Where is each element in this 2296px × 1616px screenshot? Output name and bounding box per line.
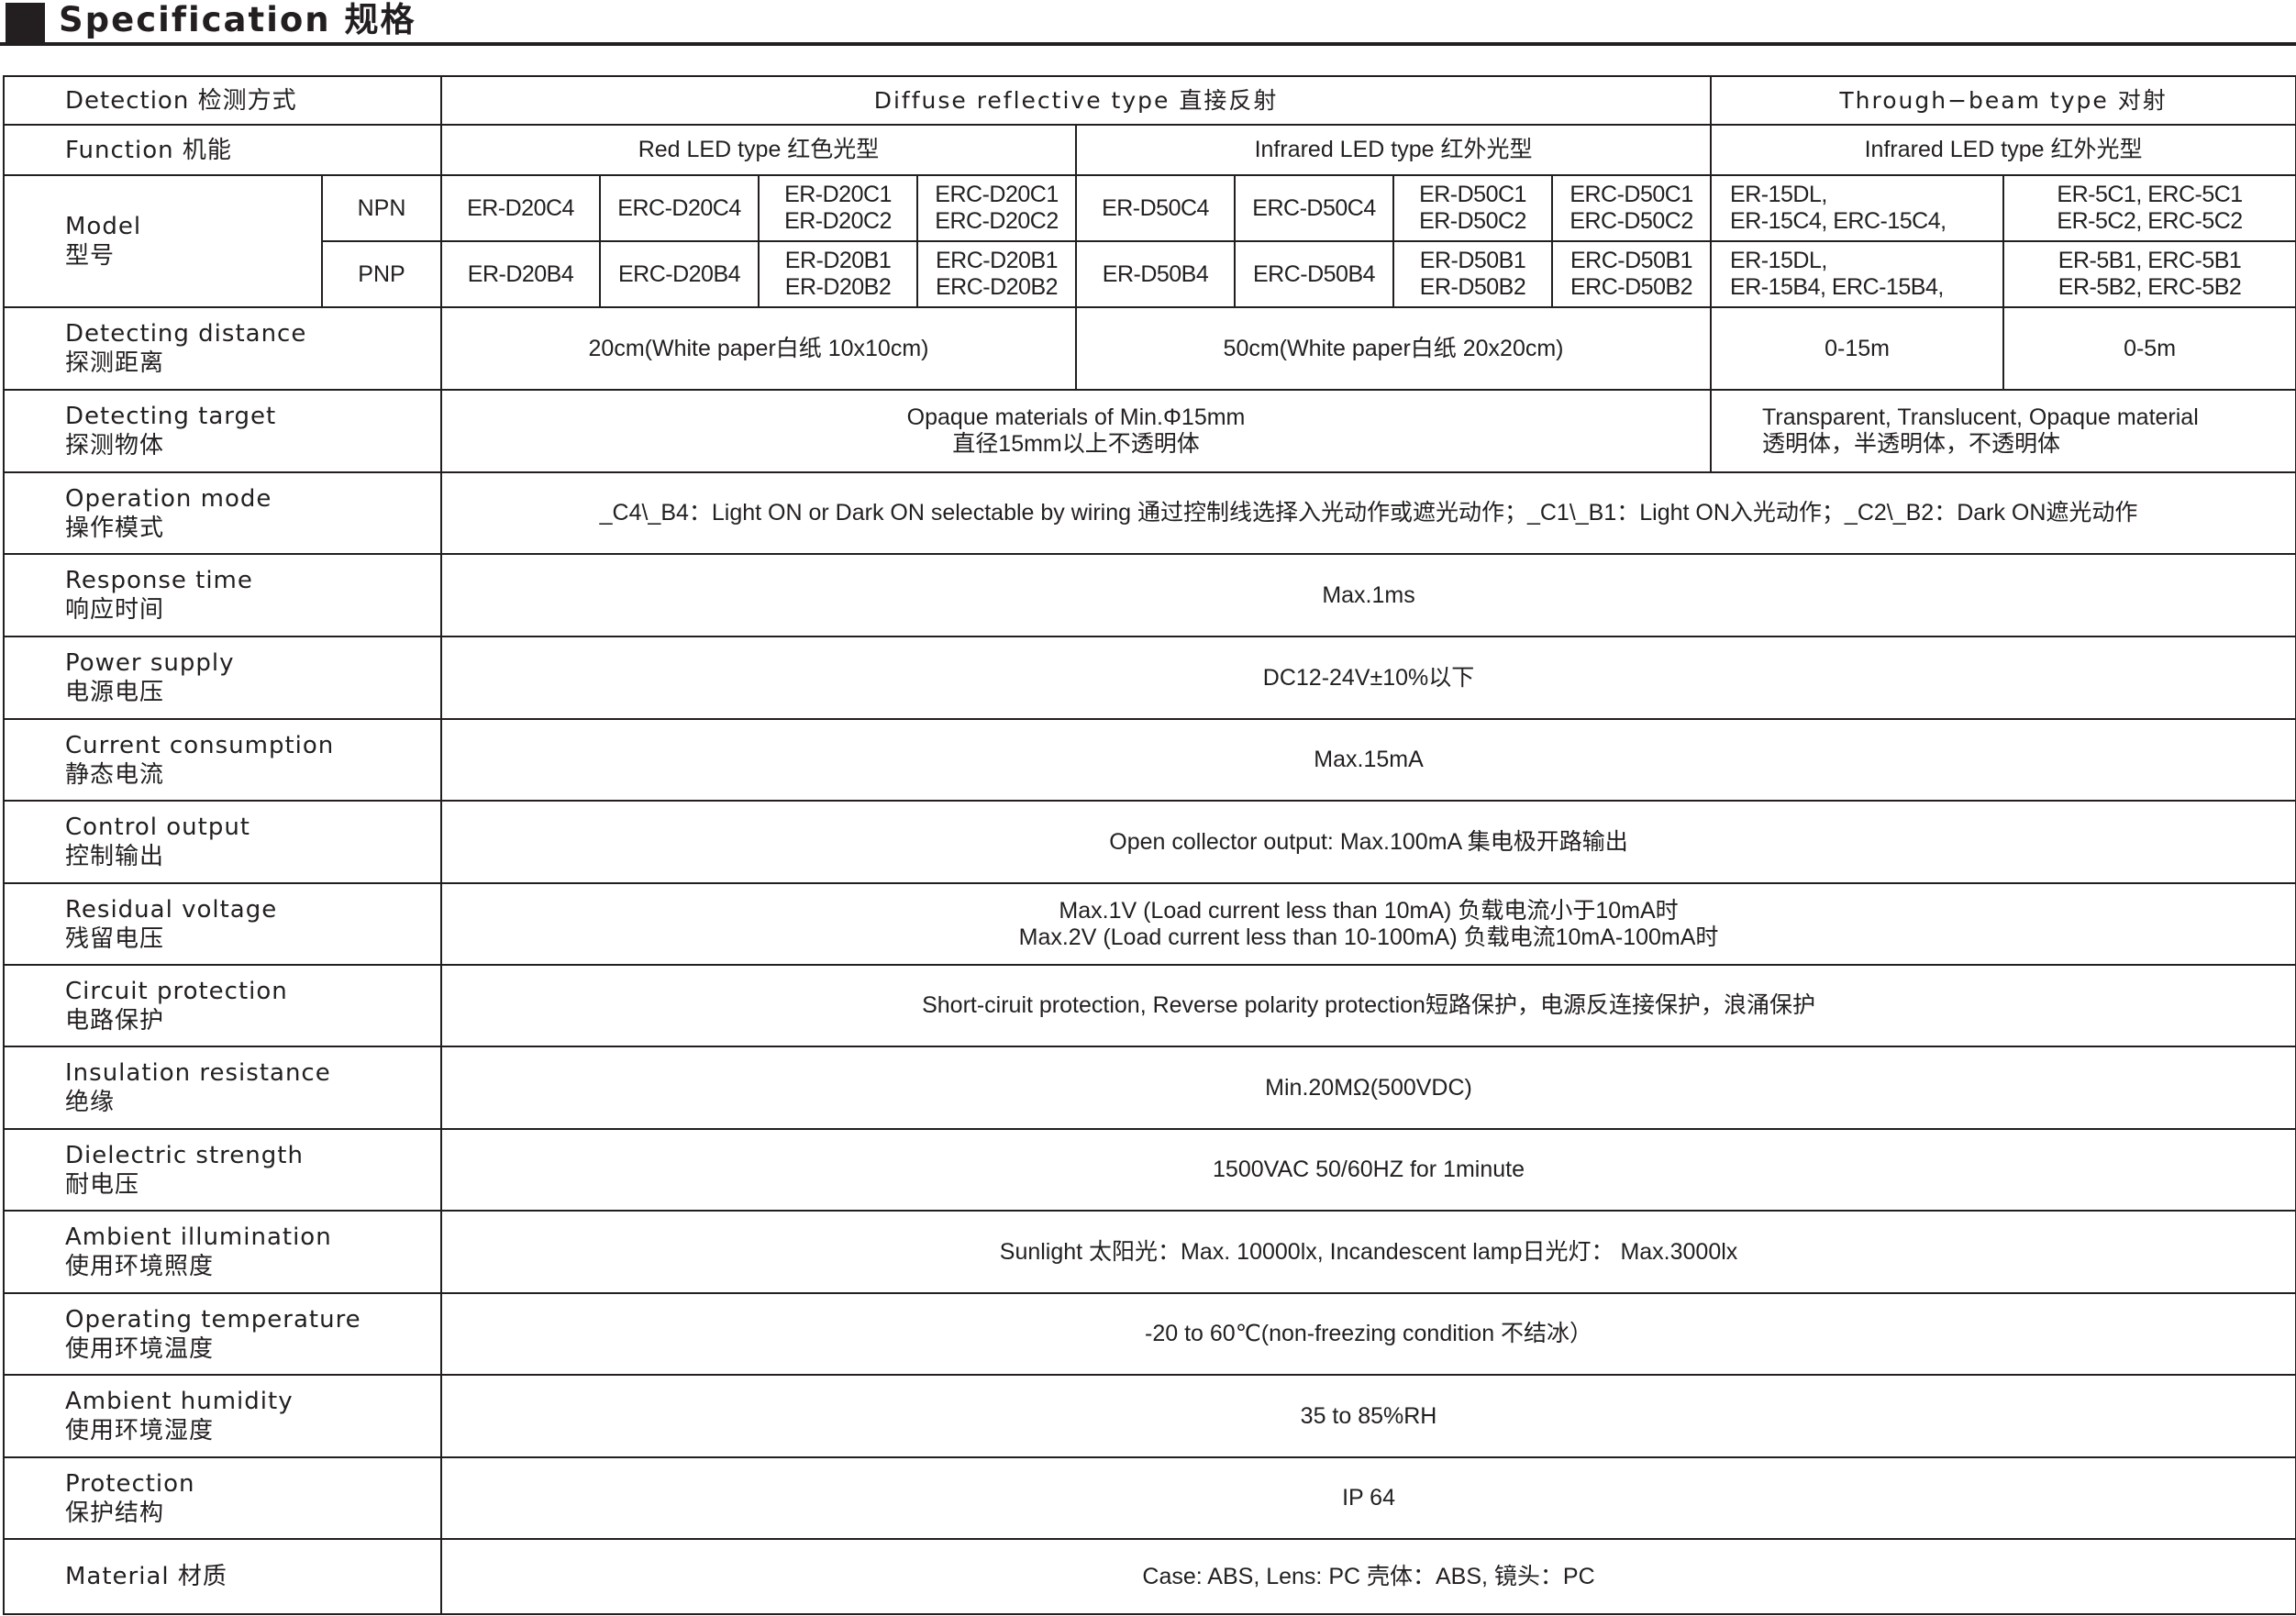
- circuit-value: Short-ciruit protection, Reverse polarit…: [440, 964, 2296, 1047]
- circuit-label: Circuit protection 电路保护: [2, 964, 443, 1047]
- table-row: Circuit protection 电路保护 Short-ciruit prot…: [2, 964, 2296, 1047]
- model-cell: ERC-D20C1 ERC-D20C2: [916, 174, 1078, 242]
- model-cell: ER-D50B1 ER-D50B2: [1392, 240, 1554, 308]
- humidity-value: 35 to 85%RH: [440, 1374, 2296, 1458]
- material-label: Material 材质: [2, 1538, 443, 1615]
- table-row: Material 材质 Case: ABS, Lens: PC 壳体：ABS, …: [2, 1538, 2296, 1615]
- distance-through-5m: 0-5m: [2002, 306, 2296, 391]
- model-cell: ERC-D50B1 ERC-D50B2: [1551, 240, 1713, 308]
- model-cell: ER-5B1, ERC-5B1 ER-5B2, ERC-5B2: [2002, 240, 2296, 308]
- spec-table: Detection 检测方式 Diffuse reflective type 直…: [2, 75, 2296, 1615]
- table-row: Operating temperature 使用环境温度 -20 to 60℃(n…: [2, 1292, 2296, 1376]
- model-cell: ER-D50C1 ER-D50C2: [1392, 174, 1554, 242]
- table-row: Function 机能 Red LED type 红色光型 Infrared L…: [2, 124, 2296, 176]
- distance-through-15m: 0-15m: [1710, 306, 2005, 391]
- model-cell: ERC-D50C1 ERC-D50C2: [1551, 174, 1713, 242]
- operation-value: _C4\_B4：Light ON or Dark ON selectable b…: [440, 471, 2296, 555]
- output-value: Open collector output: Max.100mA 集电极开路输出: [440, 800, 2296, 884]
- table-row: Power supply 电源电压 DC12-24V±10%以下: [2, 636, 2296, 720]
- table-row: Response time 响应时间 Max.1ms: [2, 553, 2296, 637]
- table-row: Ambient illumination 使用环境照度 Sunlight 太阳光：…: [2, 1210, 2296, 1294]
- illumination-value: Sunlight 太阳光：Max. 10000lx, Incandescent …: [440, 1210, 2296, 1294]
- table-row: Detection 检测方式 Diffuse reflective type 直…: [2, 75, 2296, 126]
- model-cell: ER-15DL, ER-15B4, ERC-15B4,: [1710, 240, 2005, 308]
- response-label: Response time 响应时间: [2, 553, 443, 637]
- temperature-label: Operating temperature 使用环境温度: [2, 1292, 443, 1376]
- npn-label: NPN: [320, 174, 443, 242]
- table-row: Detecting distance 探测距离 20cm(White paper白…: [2, 306, 2296, 391]
- model-cell: ERC-D20B1 ERC-D20B2: [916, 240, 1078, 308]
- temperature-value: -20 to 60℃(non-freezing condition 不结冰）: [440, 1292, 2296, 1376]
- detection-label: Detection 检测方式: [2, 75, 443, 126]
- model-cell: ER-D50C4: [1075, 174, 1237, 242]
- header-square-icon: [6, 3, 45, 42]
- protection-label: Protection 保护结构: [2, 1456, 443, 1540]
- model-label-cn: 型号: [65, 242, 116, 270]
- model-cell: ERC-D20B4: [599, 240, 760, 308]
- model-cell: ER-15DL, ER-15C4, ERC-15C4,: [1710, 174, 2005, 242]
- operation-label: Operation mode 操作模式: [2, 471, 443, 555]
- table-row: Control output 控制输出 Open collector output…: [2, 800, 2296, 884]
- table-row: Residual voltage 残留电压 Max.1V (Load curren…: [2, 882, 2296, 966]
- table-row: Detecting target 探测物体 Opaque materials of…: [2, 389, 2296, 473]
- model-cell: ER-D20C4: [440, 174, 602, 242]
- dielectric-label: Dielectric strength 耐电压: [2, 1128, 443, 1212]
- target-diffuse: Opaque materials of Min.Φ15mm 直径15mm以上不透明…: [440, 389, 1713, 473]
- model-cell: ER-D50B4: [1075, 240, 1237, 308]
- infrared-led-header: Infrared LED type 红外光型: [1075, 124, 1713, 176]
- model-cell: ER-D20B1 ER-D20B2: [758, 240, 919, 308]
- current-label: Current consumption 静态电流: [2, 718, 443, 802]
- red-led-header: Red LED type 红色光型: [440, 124, 1078, 176]
- protection-value: IP 64: [440, 1456, 2296, 1540]
- distance-label: Detecting distance 探测距离: [2, 306, 443, 391]
- model-cell: ER-D20C1 ER-D20C2: [758, 174, 919, 242]
- distance-red: 20cm(White paper白纸 10x10cm): [440, 306, 1078, 391]
- model-cell: ER-5C1, ERC-5C1 ER-5C2, ERC-5C2: [2002, 174, 2296, 242]
- material-value: Case: ABS, Lens: PC 壳体：ABS, 镜头：PC: [440, 1538, 2296, 1615]
- model-cell: ERC-D20C4: [599, 174, 760, 242]
- spec-header: Specification 规格: [0, 0, 2296, 48]
- humidity-label: Ambient humidity 使用环境湿度: [2, 1374, 443, 1458]
- table-row: Current consumption 静态电流 Max.15mA: [2, 718, 2296, 802]
- response-value: Max.1ms: [440, 553, 2296, 637]
- dielectric-value: 1500VAC 50/60HZ for 1minute: [440, 1128, 2296, 1212]
- current-value: Max.15mA: [440, 718, 2296, 802]
- insulation-label: Insulation resistance 绝缘: [2, 1046, 443, 1130]
- diffuse-header: Diffuse reflective type 直接反射: [440, 75, 1713, 126]
- table-row: PNP ER-D20B4 ERC-D20B4 ER-D20B1 ER-D20B2 …: [4, 240, 2296, 308]
- target-label: Detecting target 探测物体: [2, 389, 443, 473]
- table-row: Protection 保护结构 IP 64: [2, 1456, 2296, 1540]
- model-label: Model 型号: [3, 174, 323, 308]
- table-row: Insulation resistance 绝缘 Min.20MΩ(500VDC): [2, 1046, 2296, 1130]
- power-label: Power supply 电源电压: [2, 636, 443, 720]
- infrared-led-header-through: Infrared LED type 红外光型: [1710, 124, 2296, 176]
- table-row: Ambient humidity 使用环境湿度 35 to 85%RH: [2, 1374, 2296, 1458]
- distance-infrared: 50cm(White paper白纸 20x20cm): [1075, 306, 1713, 391]
- function-label: Function 机能: [2, 124, 443, 176]
- model-cell: ER-D20B4: [440, 240, 602, 308]
- target-through: Transparent, Translucent, Opaque materia…: [1710, 389, 2296, 473]
- power-value: DC12-24V±10%以下: [440, 636, 2296, 720]
- pnp-label: PNP: [320, 240, 443, 308]
- header-rule: [0, 42, 2296, 46]
- model-label-en: Model: [65, 213, 142, 240]
- model-cell: ERC-D50B4: [1234, 240, 1395, 308]
- insulation-value: Min.20MΩ(500VDC): [440, 1046, 2296, 1130]
- table-row: Dielectric strength 耐电压 1500VAC 50/60HZ f…: [2, 1128, 2296, 1212]
- model-cell: ERC-D50C4: [1234, 174, 1395, 242]
- table-row: Operation mode 操作模式 _C4\_B4：Light ON or D…: [2, 471, 2296, 555]
- residual-value: Max.1V (Load current less than 10mA) 负载电…: [440, 882, 2296, 966]
- through-header: Through−beam type 对射: [1710, 75, 2296, 126]
- residual-label: Residual voltage 残留电压: [2, 882, 443, 966]
- illumination-label: Ambient illumination 使用环境照度: [2, 1210, 443, 1294]
- page-title: Specification 规格: [59, 0, 416, 39]
- output-label: Control output 控制输出: [2, 800, 443, 884]
- table-row: Model 型号 NPN ER-D20C4 ERC-D20C4 ER-D20C1…: [3, 174, 2296, 308]
